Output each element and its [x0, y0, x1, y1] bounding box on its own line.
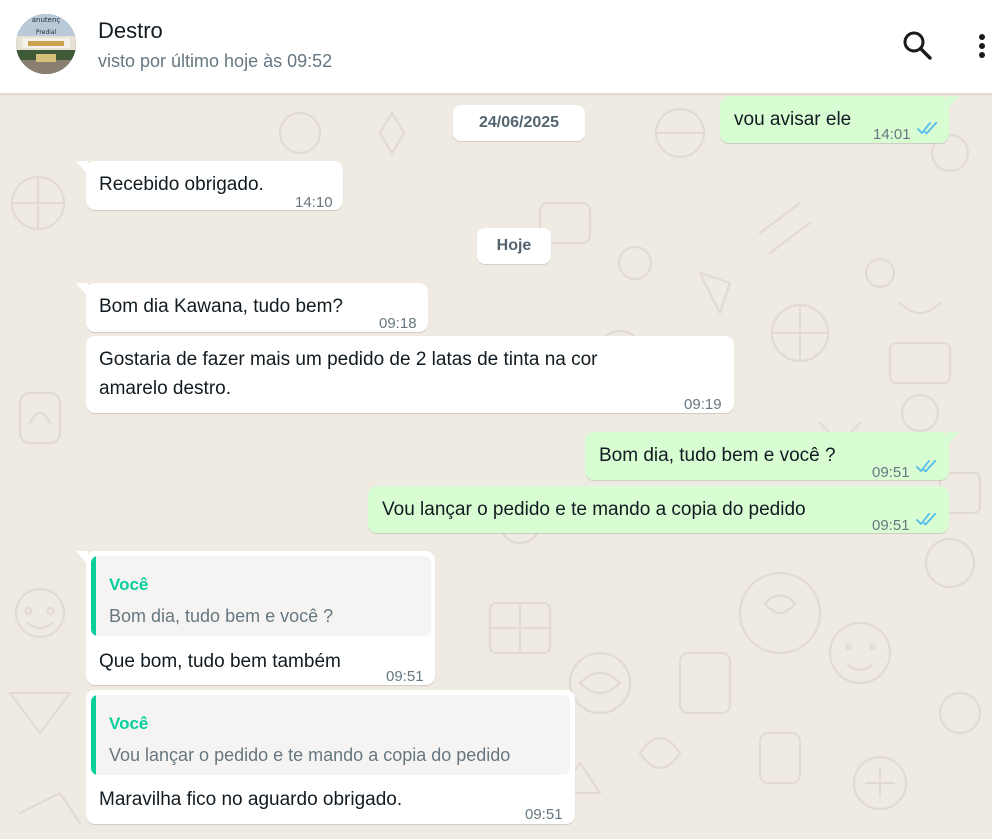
- message-incoming-reply[interactable]: Você Bom dia, tudo bem e você ? Que bom,…: [76, 551, 435, 685]
- message-text: Bom dia Kawana, tudo bem?: [99, 296, 343, 317]
- message-time: 14:10: [295, 194, 333, 211]
- message-text: Bom dia, tudo bem e você ?: [599, 445, 836, 466]
- message-outgoing[interactable]: Vou lançar o pedido e te mando a copia d…: [368, 486, 949, 534]
- message-incoming[interactable]: Gostaria de fazer mais um pedido de 2 la…: [86, 336, 734, 413]
- contact-last-seen: visto por último hoje às 09:52: [98, 51, 333, 71]
- quote-text: Vou lançar o pedido e te mando a copia d…: [109, 745, 511, 765]
- search-icon: [903, 31, 932, 60]
- avatar-text-1: anutenç: [32, 16, 61, 24]
- chat-header: anutenç Predial Destro visto por último …: [0, 0, 992, 93]
- message-outgoing[interactable]: Bom dia, tudo bem e você ? 09:51: [585, 432, 959, 481]
- message-outgoing[interactable]: vou avisar ele 14:01: [720, 96, 959, 143]
- message-text: Recebido obrigado.: [99, 174, 264, 195]
- message-incoming-reply[interactable]: Você Vou lançar o pedido e te mando a co…: [86, 690, 575, 824]
- double-check-icon: [916, 460, 937, 473]
- message-time: 09:51: [872, 517, 910, 534]
- quote-accent-bar: [91, 695, 96, 775]
- more-vertical-icon: [979, 34, 985, 58]
- message-time: 09:51: [386, 668, 424, 685]
- message-text: Que bom, tudo bem também: [99, 651, 341, 672]
- message-text: Vou lançar o pedido e te mando a copia d…: [382, 499, 806, 520]
- double-check-icon: [917, 122, 938, 135]
- avatar-image: anutenç Predial: [16, 14, 76, 74]
- message-time: 14:01: [873, 126, 911, 143]
- message-time: 09:19: [684, 396, 722, 413]
- message-text-line-2: amarelo destro.: [99, 378, 232, 399]
- double-check-icon: [916, 513, 937, 526]
- message-time: 09:51: [872, 464, 910, 481]
- message-incoming[interactable]: Bom dia Kawana, tudo bem? 09:18: [76, 283, 428, 332]
- quoted-message[interactable]: Você Vou lançar o pedido e te mando a co…: [91, 695, 570, 775]
- date-separator: Hoje: [477, 228, 551, 264]
- message-time: 09:51: [525, 806, 563, 823]
- date-separator: 24/06/2025: [453, 105, 585, 141]
- contact-name[interactable]: Destro: [98, 18, 163, 44]
- message-text-line-1: Gostaria de fazer mais um pedido de 2 la…: [99, 349, 598, 370]
- message-list[interactable]: vou avisar ele 14:01 24/06/2025 Recebido…: [0, 93, 992, 839]
- message-text: Maravilha fico no aguardo obrigado.: [99, 789, 403, 810]
- more-options-button[interactable]: [972, 28, 992, 62]
- avatar-text-2: Predial: [36, 29, 57, 36]
- message-incoming[interactable]: Recebido obrigado. 14:10: [76, 161, 343, 211]
- search-button[interactable]: [900, 28, 934, 62]
- quoted-message[interactable]: Você Bom dia, tudo bem e você ?: [91, 556, 431, 636]
- contact-avatar[interactable]: anutenç Predial: [16, 14, 76, 74]
- message-time: 09:18: [379, 315, 417, 332]
- message-text: vou avisar ele: [734, 109, 852, 130]
- quote-author: Você: [109, 575, 149, 594]
- quote-text: Bom dia, tudo bem e você ?: [109, 606, 334, 626]
- quote-accent-bar: [91, 556, 96, 636]
- quote-author: Você: [109, 714, 149, 733]
